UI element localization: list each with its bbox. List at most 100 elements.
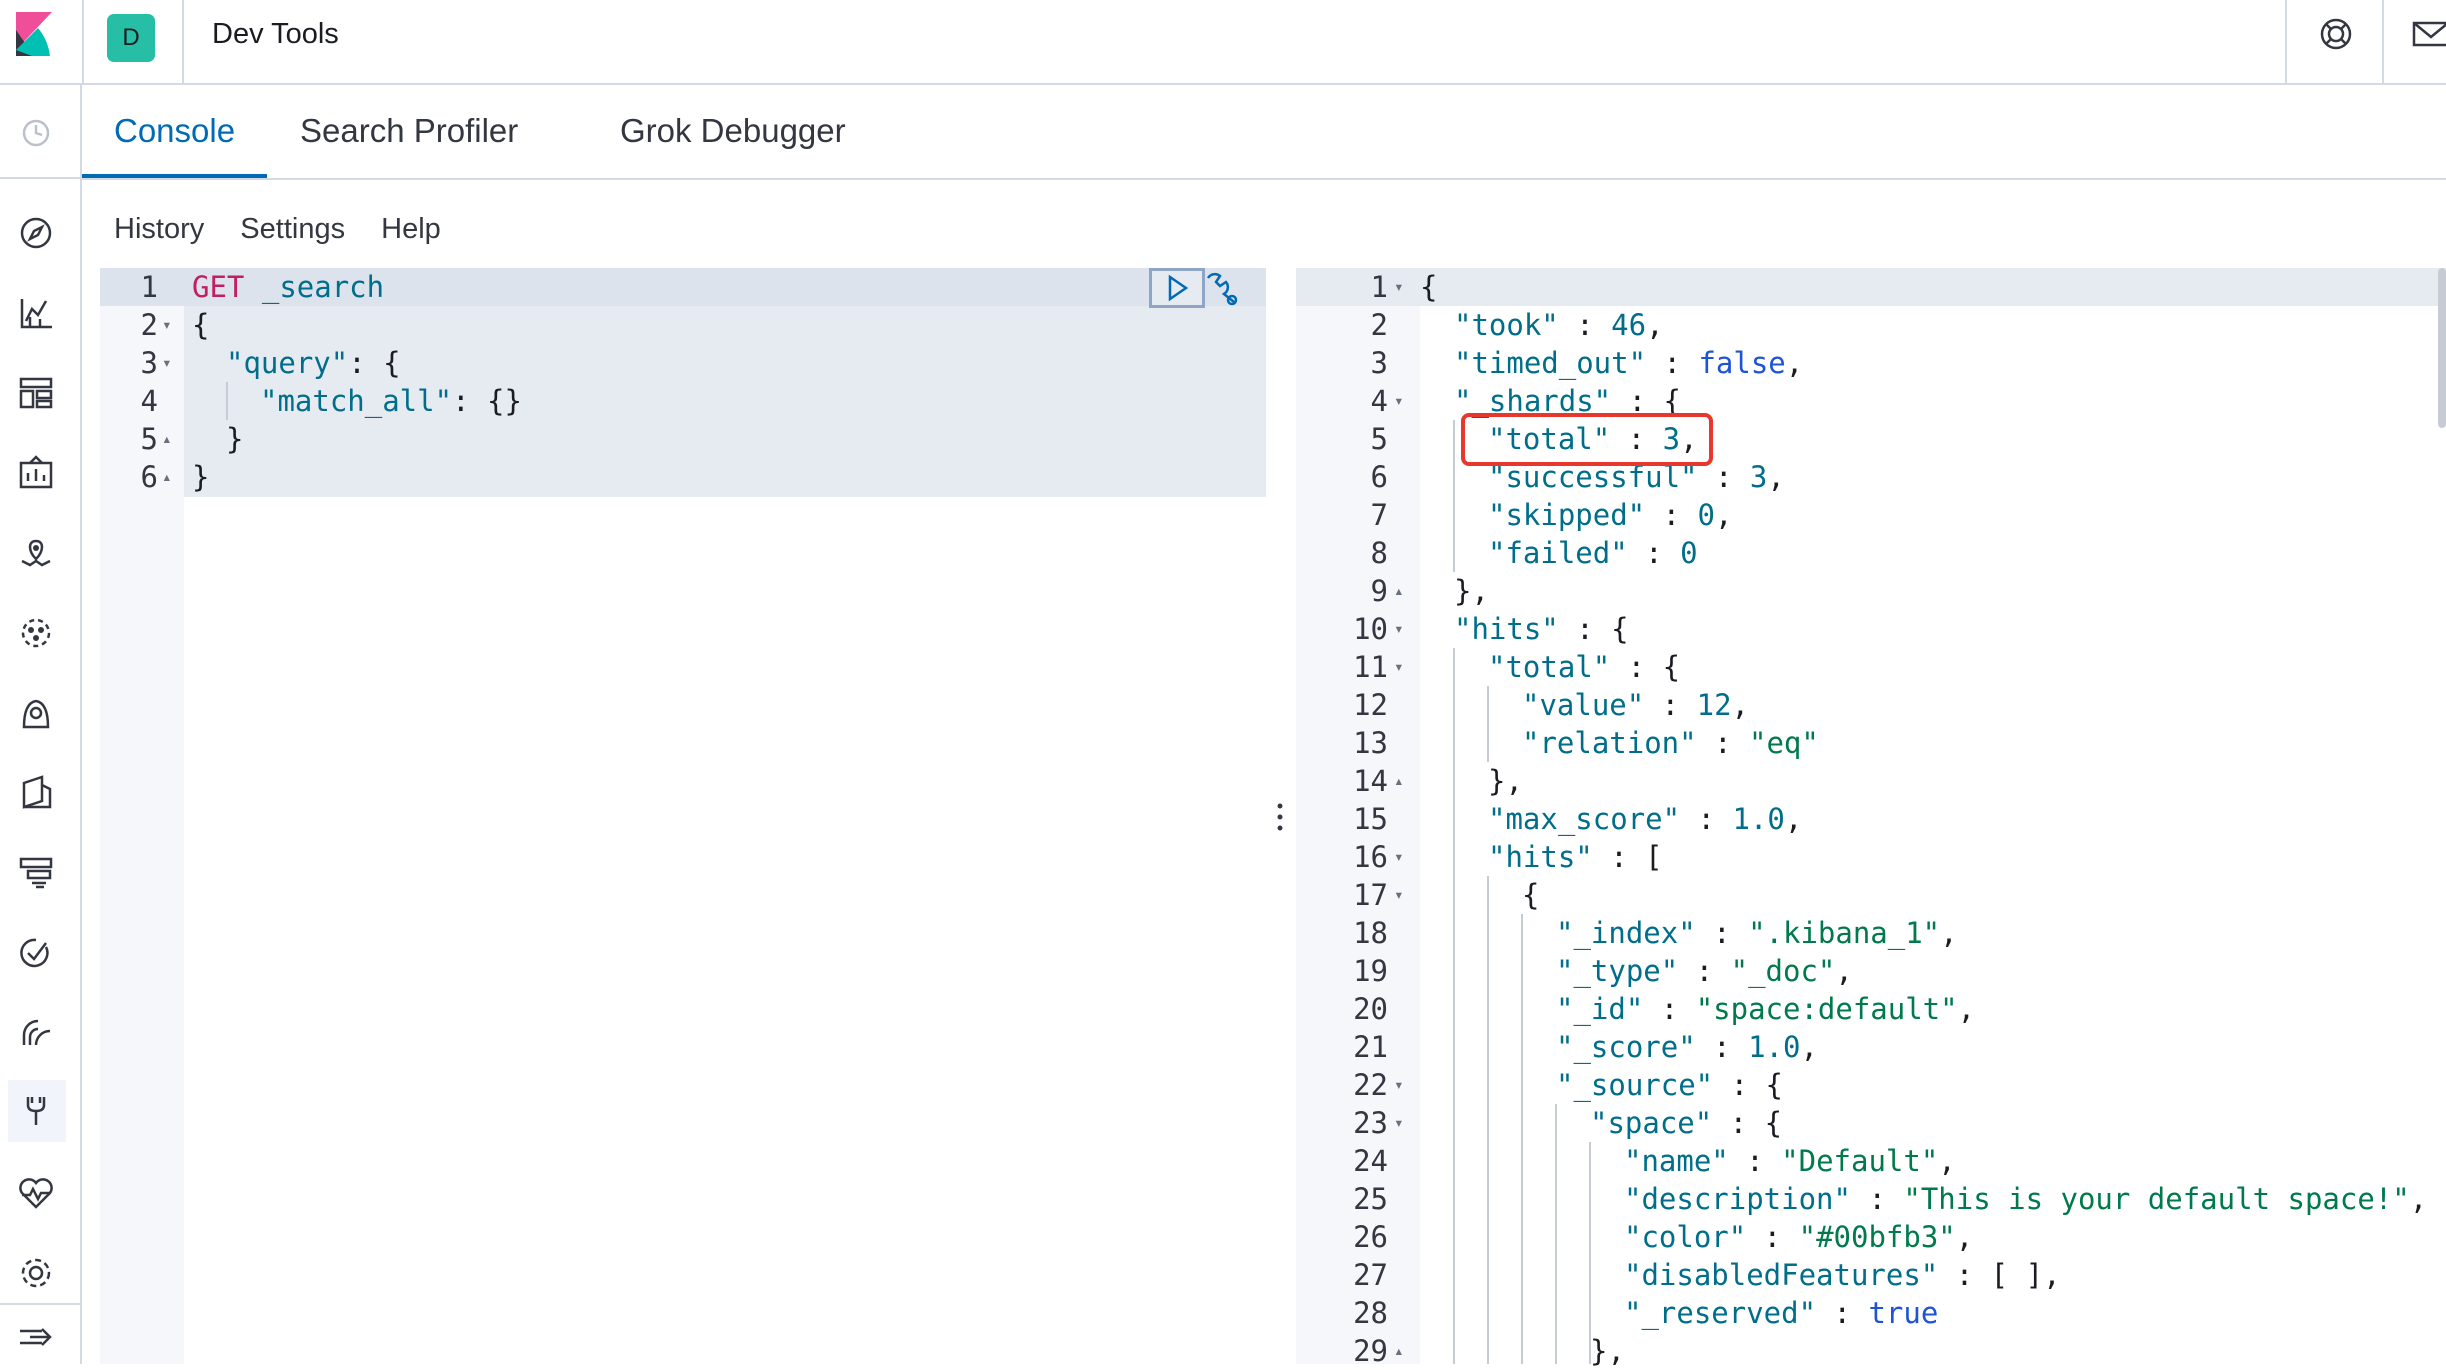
line-number: 5 (1370, 422, 1388, 456)
json-value: 0 (1697, 498, 1715, 532)
json-value: "This is your default space!" (1903, 1182, 2410, 1216)
json-key: "took" (1454, 308, 1559, 342)
response-line-14: }, (1488, 764, 1523, 798)
request-line-2: { (192, 308, 210, 342)
wrench-icon[interactable] (1202, 270, 1240, 306)
json-key: "description" (1624, 1182, 1851, 1216)
json-key: "timed_out" (1454, 346, 1647, 380)
fold-down-icon[interactable]: ▾ (1394, 1066, 1404, 1104)
line-number: 12 (1353, 688, 1388, 722)
tab-console[interactable]: Console (82, 85, 268, 178)
logs-icon[interactable] (16, 773, 56, 813)
line-number: 25 (1353, 1182, 1388, 1216)
tab-search-profiler[interactable]: Search Profiler (268, 85, 550, 178)
uptime-icon[interactable] (16, 933, 56, 973)
line-number: 21 (1353, 1030, 1388, 1064)
visualize-icon[interactable] (16, 293, 56, 333)
fold-up-icon[interactable]: ▴ (1394, 572, 1404, 610)
fold-up-icon[interactable]: ▴ (162, 420, 172, 458)
line-number: 5 (140, 422, 158, 456)
line-number: 3 (1370, 346, 1388, 380)
request-line-4: "match_all": {} (260, 382, 522, 420)
json-key: "query" (226, 346, 349, 380)
line-number: 2 (140, 308, 158, 342)
dev-tools-icon[interactable] (16, 1091, 56, 1131)
json-value: 46 (1611, 308, 1647, 342)
fold-down-icon[interactable]: ▾ (1394, 876, 1404, 914)
line-number: 22 (1353, 1068, 1388, 1102)
json-key: "match_all" (260, 384, 453, 418)
fold-up-icon[interactable]: ▴ (162, 458, 172, 496)
line-number: 8 (1370, 536, 1388, 570)
ml-icon[interactable] (16, 613, 56, 653)
apm-icon[interactable] (16, 853, 56, 893)
indent-guide (1487, 876, 1489, 1364)
send-request-button[interactable] (1149, 268, 1205, 308)
response-scrollbar[interactable] (2438, 268, 2446, 428)
maps-icon[interactable] (16, 533, 56, 573)
indent-guide (1555, 1104, 1557, 1364)
fold-down-icon[interactable]: ▾ (1394, 268, 1404, 306)
fold-up-icon[interactable]: ▴ (1394, 1332, 1404, 1370)
settings-link[interactable]: Settings (240, 213, 345, 245)
infrastructure-icon[interactable] (16, 1013, 56, 1053)
fold-down-icon[interactable]: ▾ (1394, 610, 1404, 648)
tab-grok-debugger[interactable]: Grok Debugger (588, 85, 878, 178)
header-divider (2382, 0, 2384, 83)
line-number: 6 (140, 460, 158, 494)
request-line-1: GET _search (192, 268, 384, 306)
dashboard-icon[interactable] (16, 373, 56, 413)
line-number: 15 (1353, 802, 1388, 836)
json-key: "_type" (1556, 954, 1679, 988)
line-number: 24 (1353, 1144, 1388, 1178)
fold-down-icon[interactable]: ▾ (1394, 648, 1404, 686)
help-link[interactable]: Help (381, 213, 441, 245)
console-menu: History Settings Help (114, 213, 469, 246)
history-link[interactable]: History (114, 213, 204, 245)
help-icon[interactable] (2316, 14, 2356, 54)
kibana-logo-icon[interactable] (14, 10, 54, 58)
request-method: GET (192, 270, 245, 304)
response-line-28: "_reserved" : true (1624, 1296, 1939, 1330)
monitoring-icon[interactable] (16, 1173, 56, 1213)
collapse-icon[interactable] (16, 1317, 56, 1357)
json-value: ".kibana_1" (1748, 916, 1941, 950)
indent-guide (1589, 1142, 1591, 1364)
json-value: "space:default" (1695, 992, 1958, 1026)
response-line-17: { (1522, 878, 1540, 912)
line-number: 19 (1353, 954, 1388, 988)
fold-down-icon[interactable]: ▾ (1394, 838, 1404, 876)
recent-icon[interactable] (16, 113, 56, 153)
fold-up-icon[interactable]: ▴ (1394, 762, 1404, 800)
json-punct: : {} (452, 384, 522, 418)
json-punct: : { (348, 346, 401, 380)
response-line-9: }, (1454, 574, 1489, 608)
json-key: "max_score" (1488, 802, 1681, 836)
response-line-7: "skipped" : 0, (1488, 498, 1733, 532)
side-nav (0, 85, 82, 1364)
mail-icon[interactable] (2410, 14, 2446, 54)
management-icon[interactable] (16, 1253, 56, 1293)
line-number: 2 (1370, 308, 1388, 342)
line-number: 4 (140, 384, 158, 418)
space-avatar[interactable]: D (107, 14, 155, 62)
request-line-6: } (192, 460, 210, 494)
json-value: true (1868, 1296, 1939, 1330)
discover-icon[interactable] (16, 213, 56, 253)
request-line-3: "query": { (226, 344, 401, 382)
line-number: 9 (1370, 574, 1388, 608)
line-number: 23 (1353, 1106, 1388, 1140)
fold-down-icon[interactable]: ▾ (162, 344, 172, 382)
fold-down-icon[interactable]: ▾ (1394, 382, 1404, 420)
json-value: "Default" (1781, 1144, 1939, 1178)
fold-down-icon[interactable]: ▾ (162, 306, 172, 344)
canvas-icon[interactable] (16, 453, 56, 493)
drag-handle-icon[interactable] (1270, 800, 1290, 834)
fold-down-icon[interactable]: ▾ (1394, 1104, 1404, 1142)
response-line-12: "value" : 12, (1522, 688, 1749, 722)
json-key: "_reserved" (1624, 1296, 1817, 1330)
indent-guide (226, 382, 228, 420)
siem-icon[interactable] (16, 693, 56, 733)
indent-guide (1453, 420, 1455, 572)
response-line-16: "hits" : [ (1488, 840, 1663, 874)
